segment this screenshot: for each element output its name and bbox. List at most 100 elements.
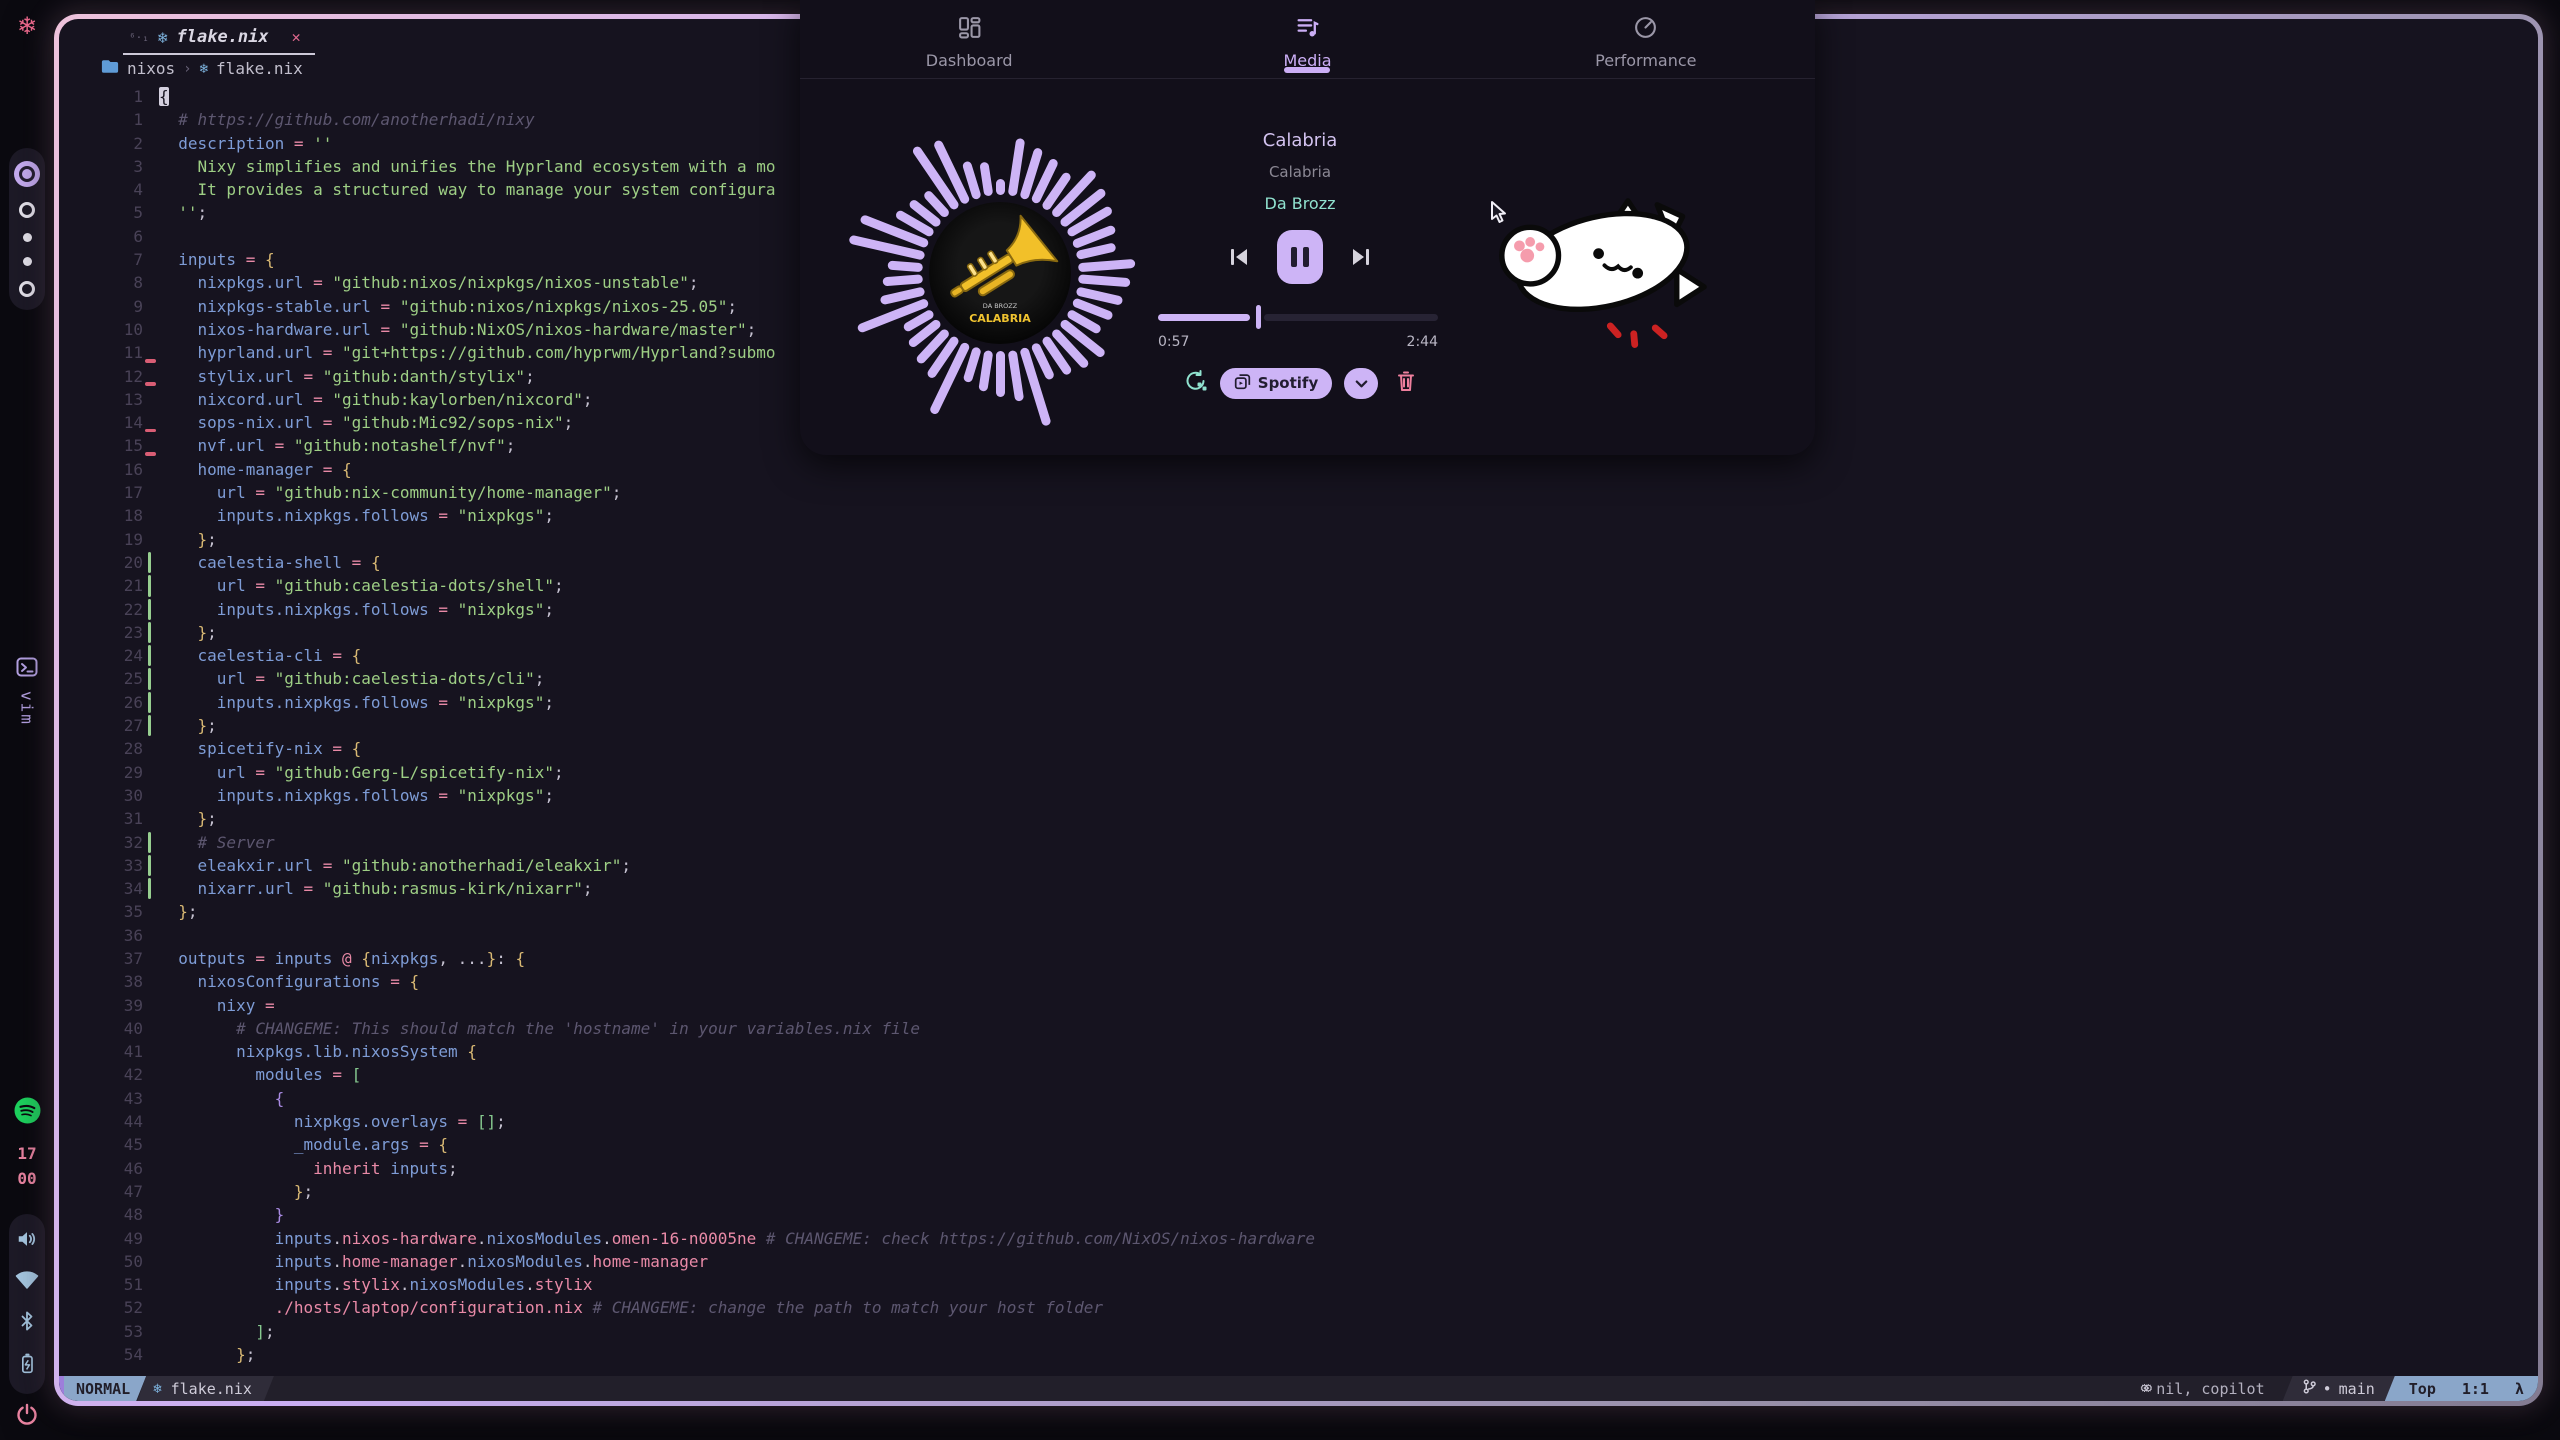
sidebar: ❄ vim 17 00 [0, 0, 54, 1440]
previous-track-button[interactable] [1227, 245, 1251, 269]
code-line: 47 }; [59, 1180, 2538, 1203]
panel-tabs: Dashboard Media [800, 0, 1815, 79]
code-line: 46 inherit inputs; [59, 1157, 2538, 1180]
total-time: 2:44 [1407, 334, 1438, 350]
lang-symbol: λ [2515, 1380, 2524, 1398]
code-line: 34 nixarr.url = "github:rasmus-kirk/nixa… [59, 877, 2538, 900]
playlist-music-icon [1295, 15, 1320, 44]
spotify-tray-icon[interactable] [14, 1097, 41, 1128]
code-line: 26 inputs.nixpkgs.follows = "nixpkgs"; [59, 691, 2538, 714]
track-album: Calabria [1150, 163, 1450, 181]
statusline-position: Top 1:1 λ [2385, 1376, 2538, 1401]
bluetooth-icon[interactable] [18, 1310, 36, 1336]
lsp-status: ⚙⚙ nil, copilot [2123, 1376, 2283, 1401]
code-line: 28 spicetify-nix = { [59, 737, 2538, 760]
breadcrumb-file[interactable]: flake.nix [216, 59, 303, 78]
bongo-cat [1495, 195, 1710, 360]
workspace-5[interactable] [19, 281, 35, 297]
visualizer-bar [887, 260, 923, 272]
workspace-indicator[interactable] [9, 148, 45, 310]
pause-button[interactable] [1277, 230, 1323, 284]
buffer-tab-flake-nix[interactable]: ⁶·₁ ❄ flake.nix ✕ [123, 23, 315, 55]
clock: 17 00 [17, 1142, 36, 1192]
code-line: 33 eleakxir.url = "github:anotherhadi/el… [59, 854, 2538, 877]
visualizer-bar [979, 162, 993, 197]
workspace-4[interactable] [23, 257, 32, 266]
track-artist[interactable]: Da Brozz [1150, 194, 1450, 213]
code-line: 50 inputs.home-manager.nixosModules.home… [59, 1250, 2538, 1273]
code-line: 24 caelestia-cli = { [59, 644, 2538, 667]
cursor-position: 1:1 [2462, 1380, 2489, 1398]
code-line: 35 }; [59, 900, 2538, 923]
tab-indicator: ⁶·₁ [129, 31, 149, 44]
branch-bullet: • [2323, 1380, 2332, 1398]
active-window-title: vim [18, 691, 37, 726]
visualizer-bar [978, 349, 993, 391]
wifi-icon[interactable] [15, 1270, 39, 1294]
statusline-file: ❄ flake.nix [137, 1376, 274, 1401]
chevron-down-icon [1357, 381, 1366, 386]
git-branch-indicator: • main [2283, 1376, 2395, 1401]
visualizer-bar [882, 274, 923, 286]
nix-file-icon: ❄ [158, 28, 168, 47]
workspace-1-active[interactable] [14, 161, 40, 187]
workspace-3[interactable] [23, 233, 32, 242]
code-line: 21 url = "github:caelestia-dots/shell"; [59, 574, 2538, 597]
volume-icon[interactable] [16, 1228, 38, 1254]
gear-icon: ⚙⚙ [2141, 1381, 2149, 1396]
power-button[interactable] [15, 1402, 39, 1430]
code-line: 53 ]; [59, 1320, 2538, 1343]
code-line: 27 }; [59, 714, 2538, 737]
clock-minutes: 00 [17, 1167, 36, 1192]
code-line: 44 nixpkgs.overlays = []; [59, 1110, 2538, 1133]
player-expand-button[interactable] [1344, 368, 1378, 399]
code-line: 25 url = "github:caelestia-dots/cli"; [59, 667, 2538, 690]
visualizer-bar [996, 351, 1005, 397]
chevron-right-icon: › [183, 61, 191, 77]
tab-close-icon[interactable]: ✕ [292, 28, 301, 46]
code-line: 51 inputs.stylix.nixosModules.stylix [59, 1273, 2538, 1296]
code-line: 17 url = "github:nix-community/home-mana… [59, 481, 2538, 504]
queue-icon[interactable] [1184, 369, 1208, 397]
code-line: 38 nixosConfigurations = { [59, 970, 2538, 993]
code-line: 45 _module.args = { [59, 1133, 2538, 1156]
code-line: 29 url = "github:Gerg-L/spicetify-nix"; [59, 761, 2538, 784]
active-tab-underline [1284, 67, 1330, 73]
system-tray-pill [9, 1214, 45, 1394]
album-art: DA BROZZ CALABRIA [828, 101, 1172, 445]
dashboard-grid-icon [957, 15, 982, 44]
tab-filename: flake.nix [177, 27, 269, 47]
code-line: 49 inputs.nixos-hardware.nixosModules.om… [59, 1227, 2538, 1250]
next-track-button[interactable] [1349, 245, 1373, 269]
nix-file-icon: ❄ [200, 61, 208, 77]
seek-bar-fill [1158, 314, 1250, 321]
seek-bar[interactable] [1158, 305, 1438, 329]
code-line: 32 # Server [59, 831, 2538, 854]
code-line: 41 nixpkgs.lib.nixosSystem { [59, 1040, 2538, 1063]
code-line: 52 ./hosts/laptop/configuration.nix # CH… [59, 1296, 2538, 1319]
code-line: 40 # CHANGEME: This should match the 'ho… [59, 1017, 2538, 1040]
source-spotify-button[interactable]: Spotify [1220, 368, 1332, 399]
visualizer-bar [996, 179, 1005, 195]
vim-mode-indicator: NORMAL [64, 1376, 146, 1401]
tab-dashboard[interactable]: Dashboard [889, 9, 1049, 70]
breadcrumb-root[interactable]: nixos [127, 59, 175, 78]
tab-media[interactable]: Media [1227, 9, 1387, 70]
nix-file-icon: ❄ [153, 1381, 161, 1397]
seek-bar-handle[interactable] [1256, 305, 1261, 329]
delete-icon[interactable] [1396, 370, 1416, 396]
terminal-icon [15, 655, 39, 683]
workspace-2[interactable] [19, 202, 35, 218]
code-line: 36 [59, 924, 2538, 947]
code-line: 54 }; [59, 1343, 2538, 1366]
visualizer-bar [1077, 258, 1135, 271]
code-line: 31 }; [59, 807, 2538, 830]
code-line: 42 modules = [ [59, 1063, 2538, 1086]
gauge-icon [1633, 15, 1658, 44]
album-art-disc: DA BROZZ CALABRIA [929, 202, 1071, 344]
code-line: 22 inputs.nixpkgs.follows = "nixpkgs"; [59, 598, 2538, 621]
code-line: 20 caelestia-shell = { [59, 551, 2538, 574]
tab-performance[interactable]: Performance [1566, 9, 1726, 70]
battery-charging-icon[interactable] [17, 1352, 37, 1380]
git-branch-icon [2303, 1379, 2316, 1398]
